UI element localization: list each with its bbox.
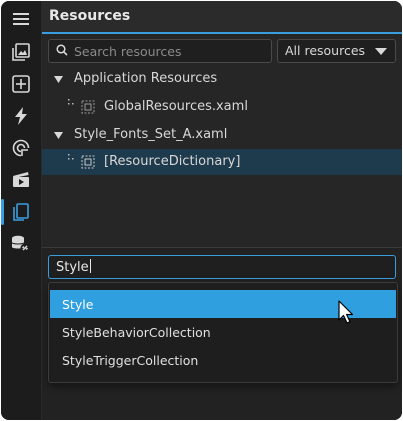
tree-group-style-fonts[interactable]: Style_Fonts_Set_A.xaml: [42, 122, 402, 148]
resources-icon: [13, 203, 29, 221]
suggestion-label: StyleTriggerCollection: [62, 353, 199, 368]
resources-button[interactable]: [1, 196, 41, 228]
expand-triangle-icon[interactable]: [54, 76, 63, 83]
animation-icon: [13, 172, 29, 187]
assets-icon: [12, 43, 30, 61]
data-source-icon: [12, 139, 30, 157]
text-cursor: [89, 259, 91, 273]
tree-connector-icon: [68, 154, 74, 160]
database-link-icon: [11, 235, 30, 253]
tree-item-label: GlobalResources.xaml: [104, 99, 248, 114]
add-button[interactable]: [1, 68, 41, 100]
search-box[interactable]: [48, 39, 272, 63]
assets-button[interactable]: [1, 36, 41, 68]
tree-item-global-resources[interactable]: GlobalResources.xaml: [42, 94, 402, 120]
tree-item-label: [ResourceDictionary]: [104, 154, 241, 169]
chevron-down-icon: [375, 48, 387, 55]
suggestion-label: StyleBehaviorCollection: [62, 325, 211, 340]
hamburger-menu-icon: [13, 13, 29, 25]
resource-filter-dropdown[interactable]: All resources: [277, 39, 396, 63]
tree-item-resource-dictionary[interactable]: [ResourceDictionary]: [42, 149, 402, 175]
expand-triangle-icon[interactable]: [54, 132, 63, 139]
resource-dictionary-icon: [81, 100, 95, 114]
suggestion-label: Style: [62, 297, 94, 312]
add-icon: [12, 75, 30, 93]
resources-panel: Resources All resources Application Reso…: [42, 1, 402, 420]
filter-selected-value: All resources: [285, 43, 366, 58]
tree-connector-icon: [68, 99, 74, 105]
resources-window: Resources All resources Application Reso…: [1, 1, 402, 420]
database-button[interactable]: [1, 228, 41, 260]
resource-dictionary-icon: [81, 155, 95, 169]
mouse-pointer-icon: [338, 300, 354, 324]
tree-group-label: Style_Fonts_Set_A.xaml: [74, 127, 228, 142]
tree-group-label: Application Resources: [74, 71, 218, 86]
animations-button[interactable]: [1, 164, 41, 196]
panel-title: Resources: [49, 8, 131, 24]
type-suggestions-list: Style StyleBehaviorCollection StyleTrigg…: [48, 282, 398, 383]
tree-group-application-resources[interactable]: Application Resources: [42, 66, 402, 92]
triggers-button[interactable]: [1, 100, 41, 132]
data-button[interactable]: [1, 132, 41, 164]
lightning-icon: [15, 107, 27, 125]
panel-header: Resources: [42, 1, 402, 34]
tool-rail: [1, 1, 42, 420]
search-input[interactable]: [74, 42, 264, 60]
search-icon: [56, 44, 68, 56]
type-search-input[interactable]: Style: [48, 255, 396, 279]
suggestion-item-style-trigger-collection[interactable]: StyleTriggerCollection: [50, 346, 396, 374]
menu-button[interactable]: [1, 3, 41, 35]
type-search-value: Style: [56, 260, 89, 275]
